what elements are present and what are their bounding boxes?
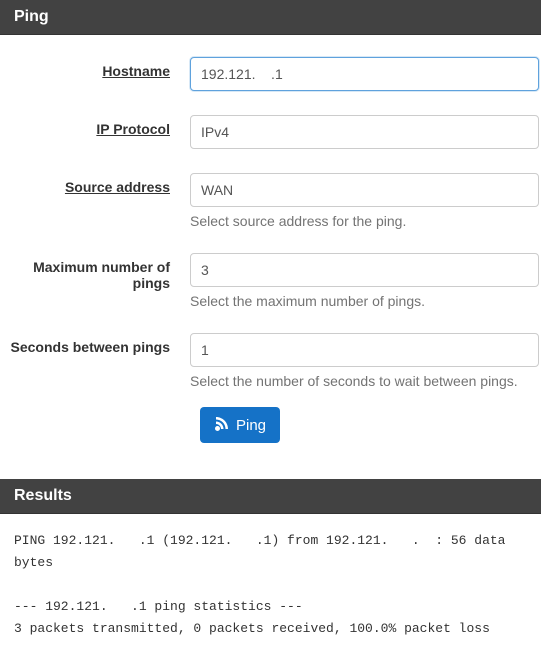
ping-form: Hostname IP Protocol IPv4 Source address… [0, 35, 541, 479]
source-address-value: WAN [201, 182, 233, 198]
source-address-input-col: WAN Select source address for the ping. [190, 173, 541, 229]
ping-button[interactable]: Ping [200, 407, 280, 443]
label-source-address-text: Source address [65, 179, 170, 195]
row-source-address: Source address WAN Select source address… [0, 161, 541, 241]
row-seconds-between: Seconds between pings Select the number … [0, 321, 541, 401]
label-ip-protocol-text: IP Protocol [96, 121, 170, 137]
label-seconds-between-text: Seconds between pings [11, 339, 170, 355]
label-hostname: Hostname [0, 57, 190, 79]
ping-panel-title: Ping [14, 8, 49, 25]
ping-button-label: Ping [236, 417, 266, 434]
button-row: Ping [0, 401, 541, 461]
label-ip-protocol: IP Protocol [0, 115, 190, 137]
results-output: PING 192.121. .1 (192.121. .1) from 192.… [0, 514, 541, 656]
ip-protocol-select[interactable]: IPv4 [190, 115, 539, 149]
hostname-input-col [190, 57, 541, 91]
row-ip-protocol: IP Protocol IPv4 [0, 103, 541, 161]
seconds-between-help: Select the number of seconds to wait bet… [190, 373, 539, 389]
row-hostname: Hostname [0, 45, 541, 103]
ip-protocol-value: IPv4 [201, 124, 229, 140]
results-panel-header: Results [0, 479, 541, 514]
max-pings-input-col: Select the maximum number of pings. [190, 253, 541, 309]
source-address-help: Select source address for the ping. [190, 213, 539, 229]
ping-panel-header: Ping [0, 0, 541, 35]
ip-protocol-input-col: IPv4 [190, 115, 541, 149]
hostname-input[interactable] [190, 57, 539, 91]
label-source-address: Source address [0, 173, 190, 195]
rss-icon [214, 415, 230, 435]
label-max-pings: Maximum number of pings [0, 253, 190, 291]
seconds-between-input-col: Select the number of seconds to wait bet… [190, 333, 541, 389]
row-max-pings: Maximum number of pings Select the maxim… [0, 241, 541, 321]
seconds-between-input[interactable] [190, 333, 539, 367]
button-spacer [0, 407, 200, 443]
max-pings-help: Select the maximum number of pings. [190, 293, 539, 309]
label-seconds-between: Seconds between pings [0, 333, 190, 355]
label-max-pings-text: Maximum number of pings [33, 259, 170, 291]
results-panel-title: Results [14, 487, 72, 504]
label-hostname-text: Hostname [102, 63, 170, 79]
source-address-select[interactable]: WAN [190, 173, 539, 207]
max-pings-input[interactable] [190, 253, 539, 287]
